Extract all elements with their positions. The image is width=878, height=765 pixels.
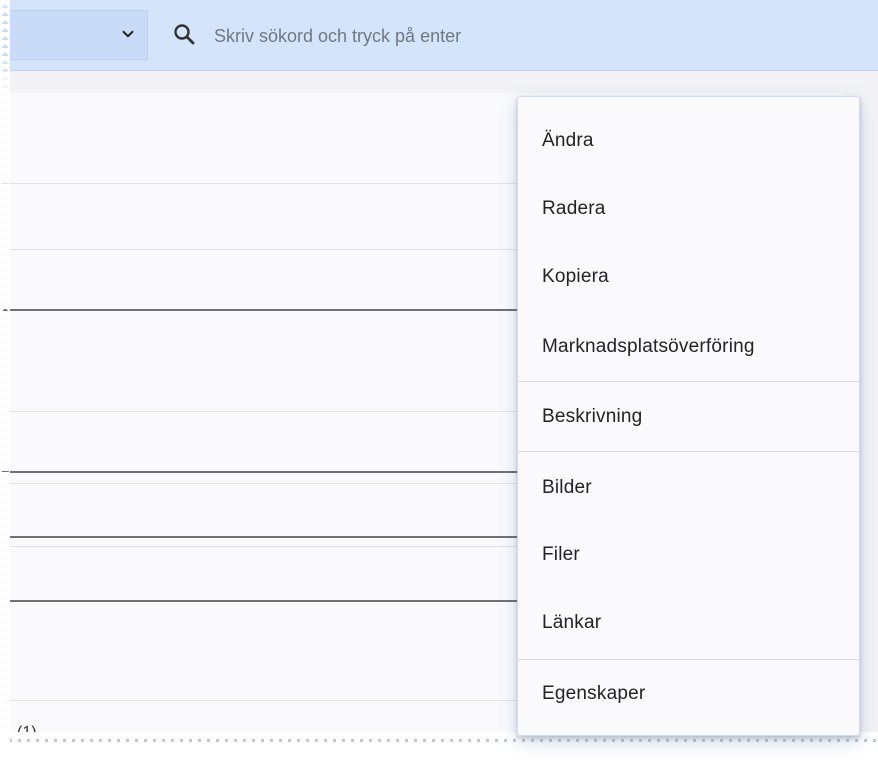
search-icon[interactable] (172, 22, 196, 46)
torn-edge-left (0, 0, 10, 765)
chevron-down-icon (122, 30, 134, 38)
toolbar (0, 0, 878, 71)
menu-item-images[interactable]: Bilder (518, 454, 859, 522)
torn-edge-bottom (0, 732, 878, 765)
context-menu: Ändra Radera Kopiera Marknadsplatsöverfö… (517, 96, 860, 736)
menu-item-properties[interactable]: Egenskaper (518, 660, 859, 728)
menu-item-marketplace-transfer[interactable]: Marknadsplatsöverföring (518, 313, 859, 381)
menu-item-files[interactable]: Filer (518, 521, 859, 589)
menu-item-delete[interactable]: Radera (518, 175, 859, 243)
search-input[interactable] (214, 22, 774, 50)
menu-separator (518, 451, 859, 452)
menu-item-copy[interactable]: Kopiera (518, 243, 859, 311)
menu-item-links[interactable]: Länkar (518, 589, 859, 657)
menu-item-description[interactable]: Beskrivning (518, 383, 859, 451)
menu-separator (518, 381, 859, 382)
menu-item-edit[interactable]: Ändra (518, 107, 859, 175)
filter-dropdown[interactable] (0, 10, 148, 60)
